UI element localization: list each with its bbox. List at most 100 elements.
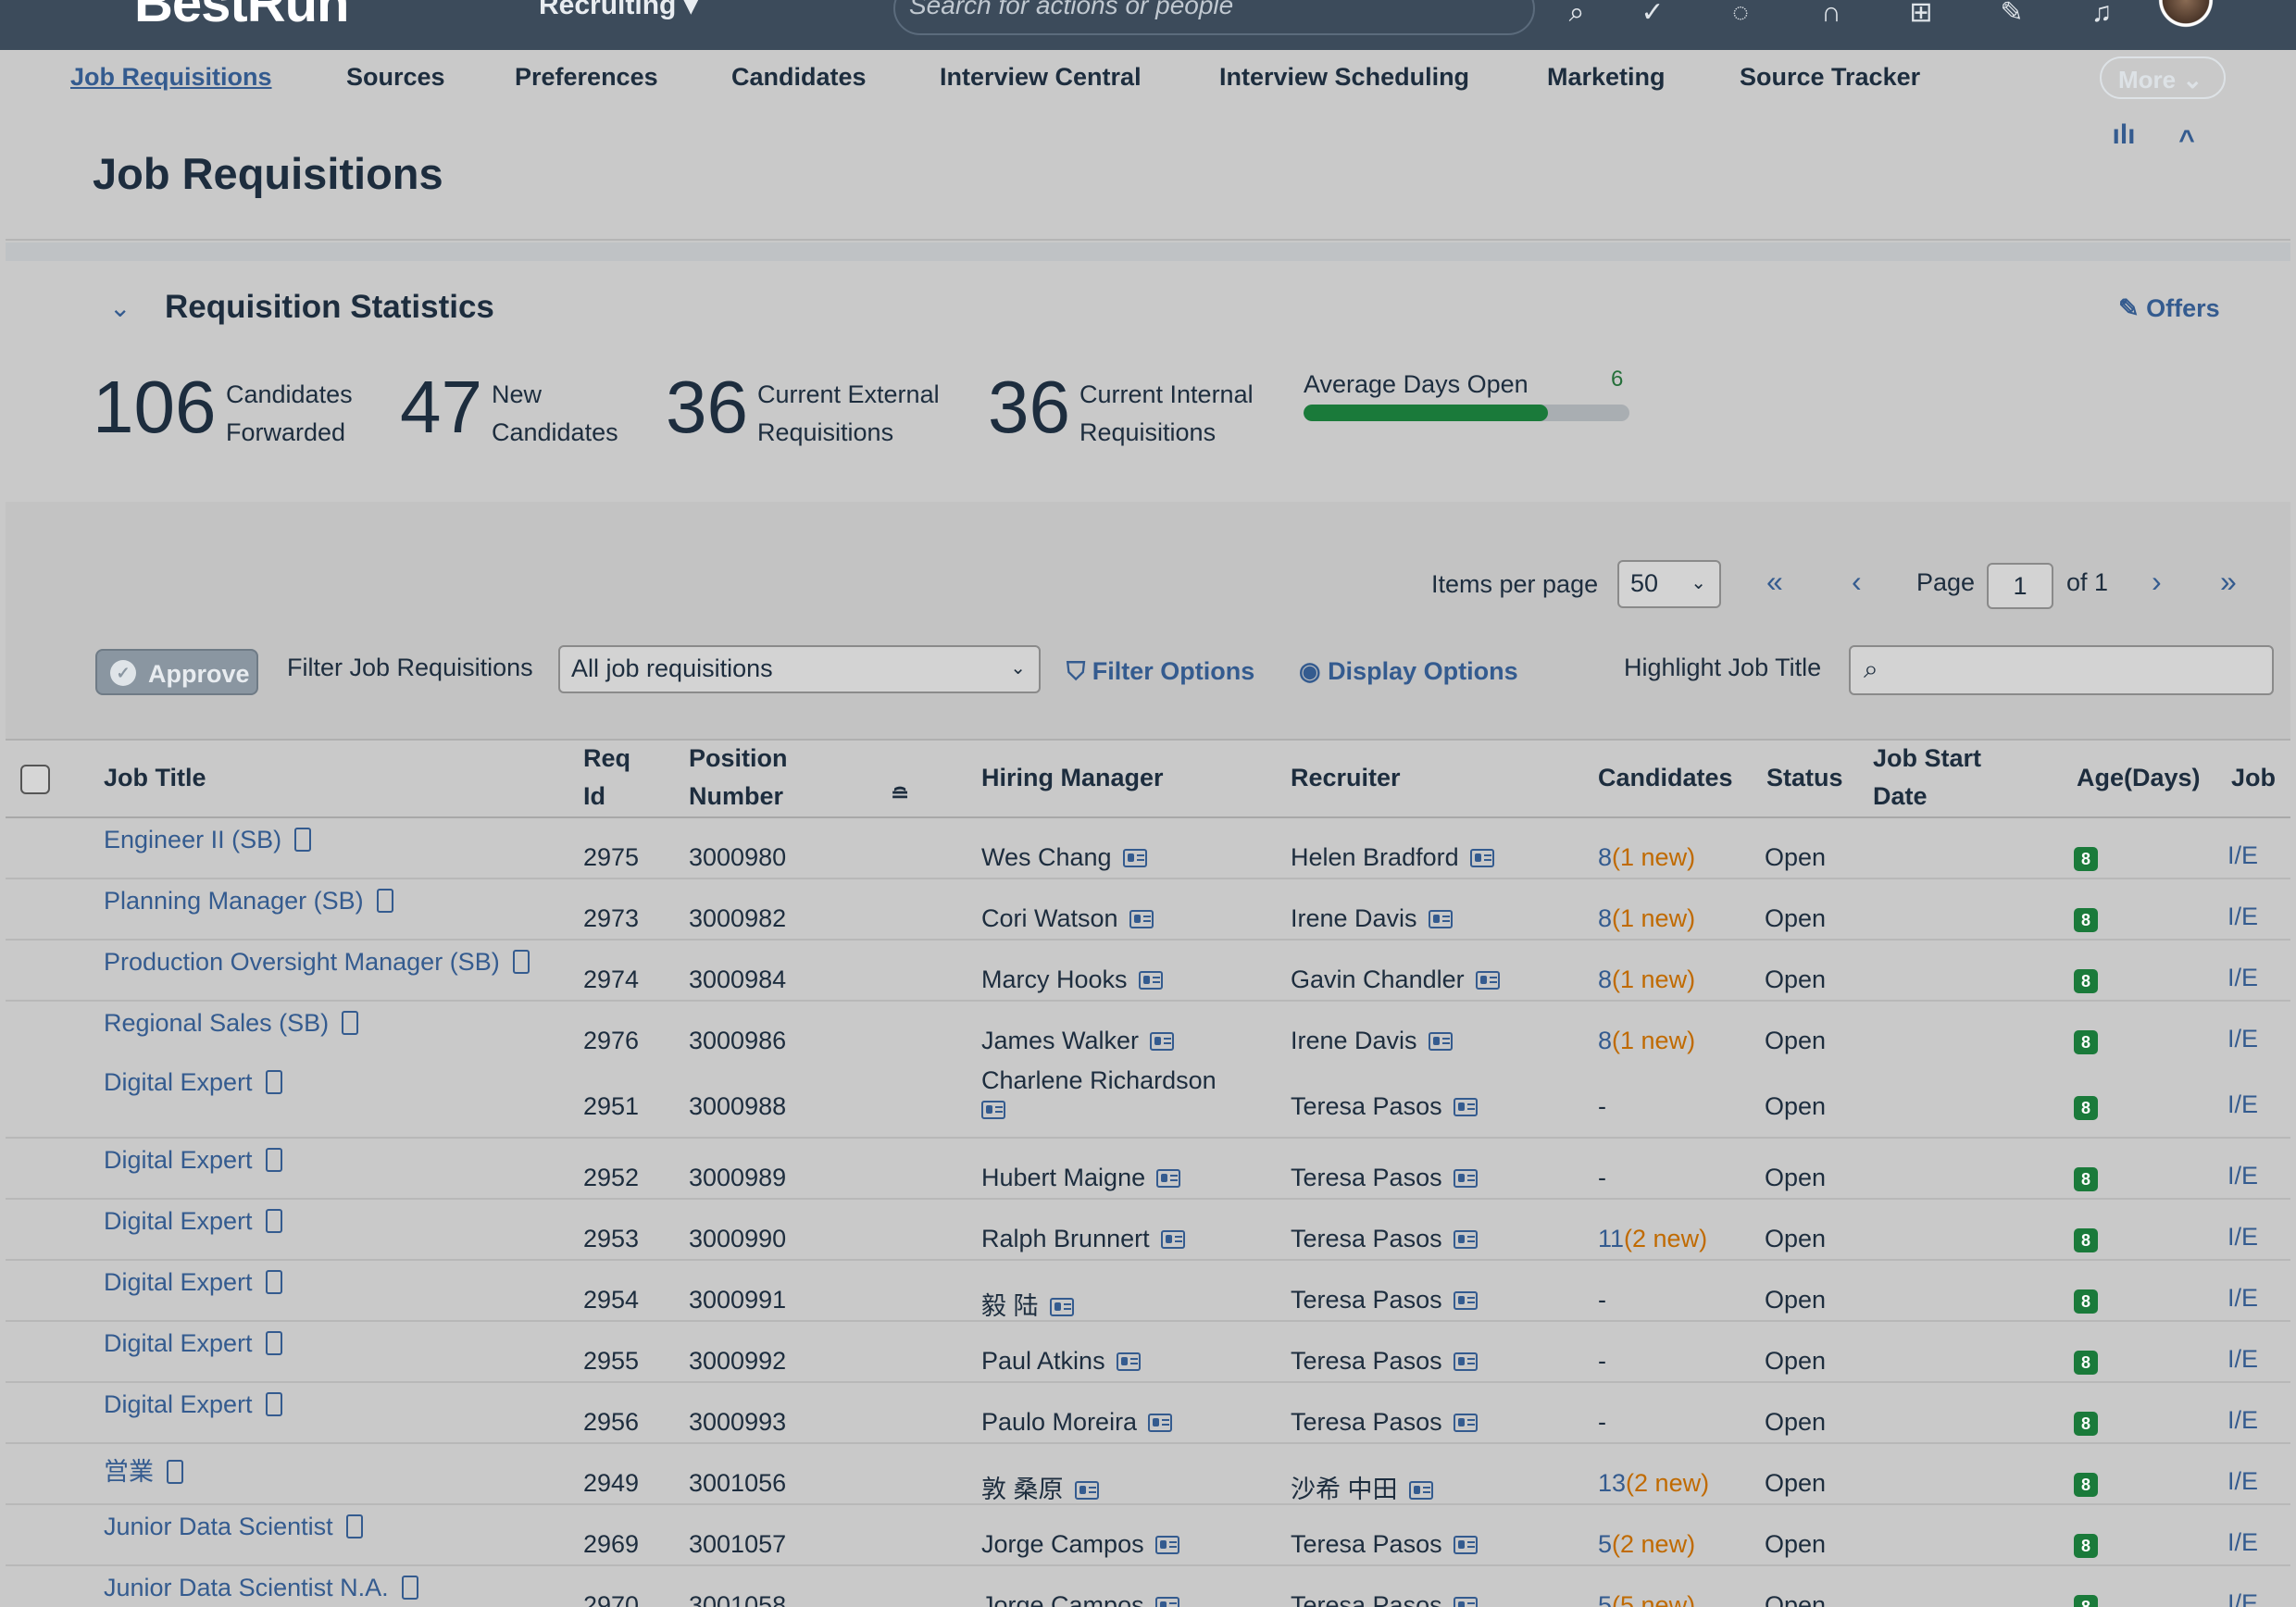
display-options-button[interactable]: ◉ Display Options — [1299, 657, 1518, 686]
column-req-id[interactable]: Req Id — [583, 740, 630, 816]
table-row[interactable] — [6, 1444, 2290, 1505]
job-title-text[interactable]: Production Oversight Manager (SB) — [104, 948, 500, 976]
approvals-icon[interactable]: ✓ — [1634, 0, 1671, 31]
more-tabs-button[interactable]: More ⌄ — [2100, 56, 2226, 99]
tab-interview-scheduling[interactable]: Interview Scheduling — [1219, 63, 1469, 92]
document-icon[interactable] — [265, 1270, 282, 1294]
offers-link[interactable]: ✎ Offers — [2118, 294, 2220, 323]
contact-card-icon[interactable] — [1453, 1597, 1478, 1607]
document-icon[interactable] — [294, 828, 312, 852]
internal-external-link[interactable]: I/E — [2227, 841, 2258, 870]
contact-card-icon[interactable] — [1408, 1481, 1433, 1500]
filter-options-button[interactable]: ⛉ Filter Options — [1067, 657, 1254, 687]
candidates-count[interactable]: 8(1 new) — [1598, 904, 1695, 933]
internal-external-link[interactable]: I/E — [2227, 1528, 2258, 1557]
job-title-link[interactable]: Planning Manager (SB) — [104, 887, 393, 916]
candidates-count[interactable]: 8(1 new) — [1598, 843, 1695, 872]
job-title-text[interactable]: Engineer II (SB) — [104, 826, 281, 853]
job-title-text[interactable]: Digital Expert — [104, 1146, 253, 1174]
job-title-link[interactable]: Junior Data Scientist — [104, 1513, 363, 1541]
contact-card-icon[interactable] — [1469, 849, 1494, 867]
job-title-link[interactable]: Digital Expert — [104, 1207, 282, 1236]
contact-card-icon[interactable] — [1116, 1352, 1141, 1371]
job-title-text[interactable]: Digital Expert — [104, 1329, 253, 1357]
candidates-count[interactable]: 11(2 new) — [1598, 1225, 1707, 1253]
table-row[interactable] — [6, 818, 2290, 879]
filter-requisitions-select[interactable]: All job requisitions ⌄ — [558, 645, 1041, 693]
items-per-page-select[interactable]: 50 ⌄ — [1617, 560, 1721, 608]
page-number-input[interactable]: 1 — [1987, 563, 2053, 609]
contact-card-icon[interactable] — [1129, 910, 1154, 928]
internal-external-link[interactable]: I/E — [2227, 1223, 2258, 1252]
candidates-count[interactable]: 5(5 new) — [1598, 1591, 1695, 1607]
document-icon[interactable] — [265, 1392, 282, 1416]
last-page-icon[interactable]: » — [2220, 565, 2237, 599]
contact-card-icon[interactable] — [1453, 1098, 1478, 1116]
previous-page-icon[interactable]: ‹ — [1852, 565, 1862, 599]
candidates-count[interactable]: 8(1 new) — [1598, 965, 1695, 994]
contact-card-icon[interactable] — [1049, 1298, 1074, 1316]
tab-interview-central[interactable]: Interview Central — [940, 63, 1142, 92]
first-page-icon[interactable]: « — [1766, 565, 1783, 599]
job-title-link[interactable]: Digital Expert — [104, 1068, 282, 1097]
contact-card-icon[interactable] — [1475, 971, 1500, 990]
internal-external-link[interactable]: I/E — [2227, 1025, 2258, 1053]
tab-source-tracker[interactable]: Source Tracker — [1740, 63, 1920, 92]
column-position-number[interactable]: Position Number — [689, 740, 788, 816]
document-icon[interactable] — [265, 1148, 282, 1172]
contact-card-icon[interactable] — [1428, 1032, 1453, 1051]
internal-external-link[interactable]: I/E — [2227, 1406, 2258, 1435]
document-icon[interactable] — [342, 1011, 359, 1035]
search-icon[interactable]: ⌕ — [1558, 0, 1595, 31]
contact-card-icon[interactable] — [1453, 1536, 1478, 1554]
contact-card-icon[interactable] — [1156, 1169, 1181, 1188]
document-icon[interactable] — [167, 1460, 183, 1484]
contact-card-icon[interactable] — [1148, 1414, 1173, 1432]
document-icon[interactable] — [265, 1209, 282, 1233]
column-job-title[interactable]: Job Title — [104, 759, 206, 797]
job-title-link[interactable]: Production Oversight Manager (SB) — [104, 948, 530, 977]
job-title-text[interactable]: Digital Expert — [104, 1268, 253, 1296]
org-chart-icon[interactable]: ⊞ — [1903, 0, 1940, 31]
internal-external-link[interactable]: I/E — [2227, 1589, 2258, 1607]
tab-job-requisitions[interactable]: Job Requisitions — [70, 63, 272, 92]
table-row[interactable] — [6, 1322, 2290, 1383]
document-icon[interactable] — [265, 1331, 282, 1355]
internal-external-link[interactable]: I/E — [2227, 1467, 2258, 1496]
contact-card-icon[interactable] — [1453, 1230, 1478, 1249]
document-icon[interactable] — [345, 1514, 363, 1538]
job-title-text[interactable]: Junior Data Scientist — [104, 1513, 333, 1540]
module-switcher[interactable]: Recruiting ▾ — [539, 0, 698, 21]
contact-card-icon[interactable] — [1453, 1414, 1478, 1432]
table-row[interactable] — [6, 1261, 2290, 1322]
contact-card-icon[interactable] — [1122, 849, 1147, 867]
tab-preferences[interactable]: Preferences — [515, 63, 658, 92]
job-title-text[interactable]: Planning Manager (SB) — [104, 887, 364, 915]
internal-external-link[interactable]: I/E — [2227, 1162, 2258, 1190]
column-candidates[interactable]: Candidates — [1598, 759, 1733, 797]
document-icon[interactable] — [512, 950, 530, 974]
job-title-link[interactable]: Digital Expert — [104, 1146, 282, 1175]
tab-candidates[interactable]: Candidates — [731, 63, 867, 92]
job-title-link[interactable]: 営業 — [104, 1451, 183, 1488]
bar-chart-icon[interactable]: ılı — [2105, 117, 2142, 154]
highlight-job-title-input[interactable]: ⌕ — [1849, 645, 2274, 695]
collapse-header-icon[interactable]: ^ — [2168, 122, 2205, 159]
job-title-link[interactable]: Regional Sales (SB) — [104, 1009, 359, 1038]
company-logo[interactable]: BestRun — [134, 0, 349, 34]
contact-card-icon[interactable] — [1154, 1536, 1179, 1554]
document-icon[interactable] — [376, 889, 393, 913]
headset-icon[interactable]: ∩ — [1813, 0, 1850, 31]
tab-sources[interactable]: Sources — [346, 63, 445, 92]
job-title-link[interactable]: Digital Expert — [104, 1329, 282, 1358]
chat-icon[interactable]: ◌ — [1722, 0, 1759, 31]
select-all-checkbox[interactable] — [20, 765, 50, 794]
column-recruiter[interactable]: Recruiter — [1291, 759, 1401, 797]
next-page-icon[interactable]: › — [2152, 565, 2162, 599]
contact-card-icon[interactable] — [981, 1101, 1005, 1119]
job-title-text[interactable]: Digital Expert — [104, 1390, 253, 1418]
contact-card-icon[interactable] — [1154, 1597, 1179, 1607]
job-title-link[interactable]: Digital Expert — [104, 1390, 282, 1419]
approve-button[interactable]: ✓ Approve — [95, 649, 258, 695]
job-title-text[interactable]: Digital Expert — [104, 1068, 253, 1096]
